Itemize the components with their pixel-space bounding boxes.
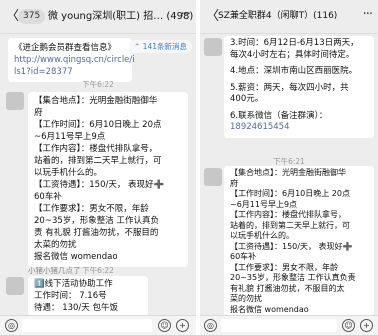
- job-line: 报名微信 womendao: [230, 304, 309, 314]
- avatar[interactable]: [204, 38, 222, 56]
- right-chat-window: 〈 SZ兼全职群4（闲聊T）(116) ··· 3.时间：6月12日-6月13日…: [200, 0, 378, 335]
- link-url[interactable]: http://www.qingsq.cn/circle/i: [14, 54, 135, 66]
- job-line: 【工资待遇】：150/天， 表现好➕: [34, 180, 165, 190]
- info-message-bubble[interactable]: 3.时间：6月12日-6月13日两天， 每次4小时左右；具体时间待定。 4.地点…: [224, 36, 374, 138]
- avatar[interactable]: [6, 277, 24, 295]
- left-chat-window: 〈 375 微 young深圳(职工) 招… (498) ··· 《进企鹅会员群…: [0, 0, 196, 335]
- job-line: 以玩手机什么的。: [34, 168, 103, 178]
- job-line: 【工资待遇】：150/天， 表现好➕: [230, 241, 353, 251]
- job-line: 60车补: [230, 252, 257, 261]
- plus-icon[interactable]: +: [360, 319, 373, 332]
- job-line: 【工作时间】：6月10日晚上 20点: [230, 189, 350, 198]
- message-input[interactable]: [22, 319, 152, 332]
- job-line: 【工作内容】：楼盘代排队拿号，: [230, 210, 346, 219]
- timestamp: 下午6:22: [82, 80, 114, 89]
- chat-title: SZ兼全职群4（闲聊T）(116): [218, 11, 338, 21]
- job-line: 责 有礼貌 打酱油勿扰，不服目的: [34, 228, 159, 238]
- job-message-bubble[interactable]: 【集合地点】：光明金融街融御华 府 【工作时间】：6月10日晚上 20点 ~6月…: [224, 166, 374, 317]
- sender-name: 小猪小猪几点了: [28, 266, 81, 275]
- task-line: 1️⃣线下活动协助工作: [34, 279, 113, 289]
- job-line: 【集合地点】：光明金融街融御华: [34, 96, 158, 106]
- chat-header: 〈 375 微 young深圳(职工) 招… (498) ···: [0, 0, 196, 34]
- job-line: 站着的，排到第二天早上就行，可: [230, 220, 350, 230]
- message-input[interactable]: [221, 319, 337, 332]
- avatar[interactable]: [204, 168, 222, 186]
- job-line: 府: [230, 178, 238, 188]
- job-line: 20~35岁，形象整洁 工作认真负: [34, 216, 159, 226]
- job-line: 站着的，排到第二天早上就行，可: [34, 156, 162, 166]
- info-line: 4.地点：深圳市南山区西丽医院。: [230, 66, 358, 76]
- phone-link[interactable]: 18924615454: [230, 122, 368, 134]
- info-line: 5.薪资：两天，每次四小时，共: [230, 82, 349, 93]
- info-line: 400元。: [230, 94, 264, 104]
- job-line: 【工作时间】：6月10日晚上 20点: [34, 120, 162, 130]
- info-line: 6.联系微信（备注群演）：: [230, 110, 328, 121]
- info-line: 每次4小时左右；具体时间待定。: [230, 49, 355, 60]
- job-line: 【工作要求】：男女不限，年龄: [230, 262, 338, 272]
- voice-icon[interactable]: ◎: [204, 319, 217, 332]
- chat-header: 〈 SZ兼全职群4（闲聊T）(116) ···: [200, 0, 378, 34]
- task-message-bubble[interactable]: 1️⃣线下活动协助工作 工作时间： 7.16号 待遇： 130/天 包午饭: [28, 276, 148, 316]
- job-line: 20~35岁，形象整洁 工作认真负责: [230, 273, 356, 282]
- job-line: 菜的勿扰: [230, 294, 262, 303]
- emoji-icon[interactable]: ☺: [158, 319, 171, 332]
- chat-title: 微 young深圳(职工) 招… (498): [48, 11, 194, 22]
- avatar[interactable]: [6, 92, 24, 110]
- emoji-icon[interactable]: ☺: [342, 319, 355, 332]
- job-line: 【工作内容】：楼盘代排队拿号，: [34, 144, 158, 154]
- job-line: 以玩手机什么的。: [230, 231, 294, 240]
- new-messages-notice[interactable]: ⌃ 141条新消息: [129, 40, 192, 53]
- voice-icon[interactable]: ◎: [5, 319, 18, 332]
- job-line: 报名微信 womendao: [34, 252, 118, 262]
- unread-count-badge[interactable]: 375: [18, 9, 46, 24]
- more-options-icon[interactable]: ···: [181, 7, 191, 22]
- link-message-bubble[interactable]: 《进企鹅会员群查看信息》 http://www.qingsq.cn/circle…: [8, 38, 135, 82]
- job-line: ~6月11号早上9点: [230, 199, 298, 209]
- task-line: 工作时间： 7.16号: [34, 291, 107, 301]
- job-line: 太菜的勿扰: [34, 240, 77, 250]
- job-line: 60车补: [34, 192, 62, 202]
- job-line: ~6月11号早上9点: [34, 132, 106, 142]
- job-line: 【工作要求】：男女不限，年龄: [34, 204, 149, 214]
- job-line: 有礼貌 打酱油勿扰，不服目的太: [230, 283, 345, 293]
- input-toolbar: ◎ ☺ +: [200, 315, 378, 335]
- job-message-bubble[interactable]: 【集合地点】：光明金融街融御华 府 【工作时间】：6月10日晚上 20点 ~6月…: [28, 92, 188, 267]
- task-line: 待遇： 130/天 包午饭: [34, 303, 118, 313]
- plus-icon[interactable]: +: [176, 319, 189, 332]
- link-url-cont[interactable]: ls1?id=28377: [14, 66, 126, 78]
- more-options-icon[interactable]: ···: [363, 7, 373, 22]
- job-line: 府: [34, 108, 43, 118]
- info-line: 3.时间：6月12日-6月13日两天，: [230, 38, 359, 48]
- job-line: 【集合地点】：光明金融街融御华: [230, 168, 346, 177]
- link-title: 《进企鹅会员群查看信息》: [14, 43, 117, 53]
- input-toolbar: ◎ ☺ +: [0, 315, 196, 335]
